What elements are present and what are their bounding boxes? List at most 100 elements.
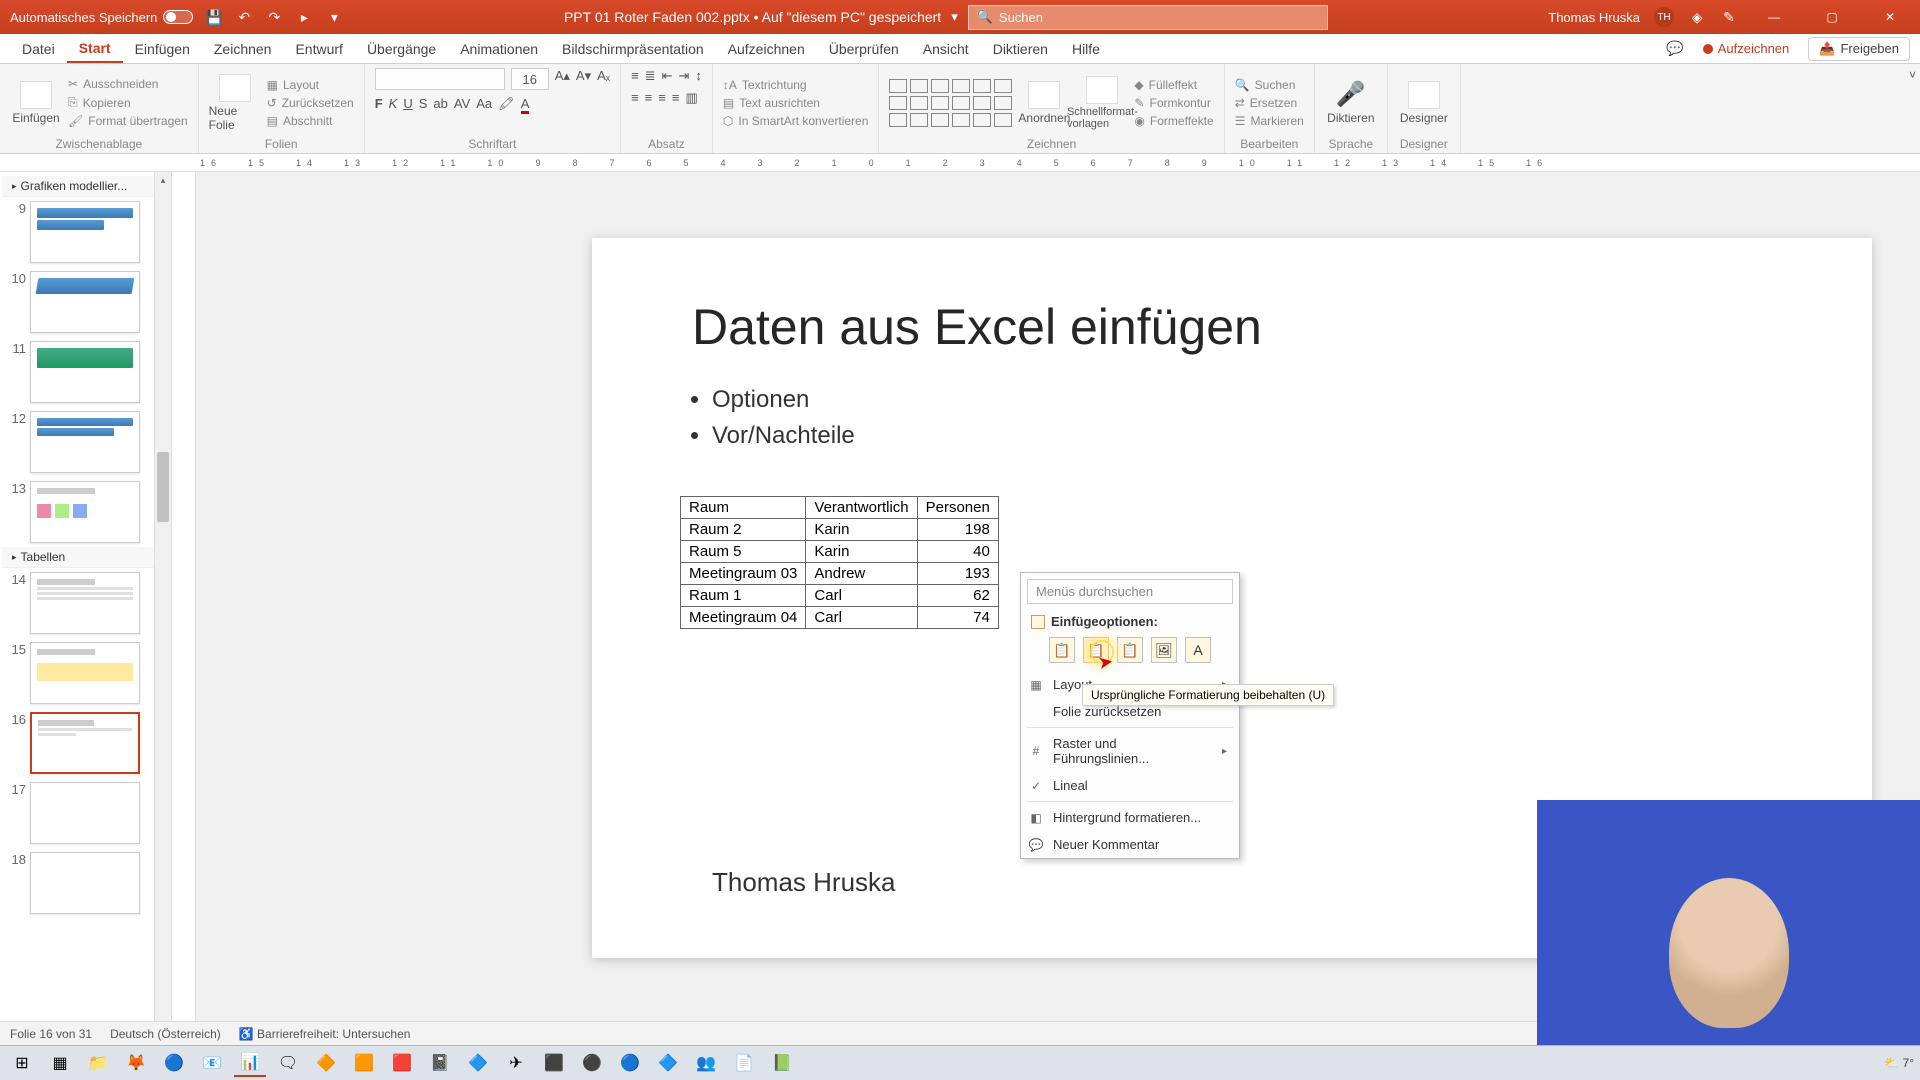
justify-button[interactable]: ≡ (672, 90, 680, 106)
cloud-sync-icon[interactable]: ◈ (1688, 8, 1706, 26)
slide-thumb-11[interactable] (30, 341, 140, 403)
vertical-ruler[interactable] (172, 172, 196, 1045)
shadow-button[interactable]: ab (433, 96, 447, 114)
designer-button[interactable]: Designer (1398, 81, 1450, 125)
case-button[interactable]: Aa (476, 96, 492, 114)
app-icon[interactable]: ⬛ (538, 1049, 570, 1077)
slide-thumb-17[interactable] (30, 782, 140, 844)
tab-bildschirm[interactable]: Bildschirmpräsentation (550, 34, 716, 63)
spacing-button[interactable]: AV (454, 96, 470, 114)
teams-icon[interactable]: 👥 (690, 1049, 722, 1077)
slide-counter[interactable]: Folie 16 von 31 (10, 1027, 92, 1041)
undo-icon[interactable]: ↶ (235, 8, 253, 26)
cut-button[interactable]: ✂Ausschneiden (68, 77, 188, 91)
shapes-gallery[interactable] (889, 79, 1012, 127)
vlc-icon[interactable]: 🔶 (310, 1049, 342, 1077)
visio-icon[interactable]: 🔷 (462, 1049, 494, 1077)
dictate-button[interactable]: 🎤Diktieren (1325, 80, 1377, 125)
restore-button[interactable]: ▢ (1810, 1, 1854, 33)
app-icon[interactable]: 🟥 (386, 1049, 418, 1077)
shape-fill-button[interactable]: ◆Fülleffekt (1134, 78, 1213, 92)
file-explorer-icon[interactable]: 📁 (82, 1049, 114, 1077)
font-family-combo[interactable] (375, 68, 505, 90)
tab-uebergaenge[interactable]: Übergänge (355, 34, 448, 63)
columns-button[interactable]: ▥ (685, 90, 697, 106)
shape-effects-button[interactable]: ◉Formeffekte (1134, 114, 1213, 128)
tab-einfuegen[interactable]: Einfügen (123, 34, 202, 63)
reset-button[interactable]: ↺Zurücksetzen (267, 96, 354, 110)
layout-button[interactable]: ▦Layout (267, 78, 354, 92)
start-button[interactable]: ⊞ (6, 1049, 38, 1077)
smartart-button[interactable]: ⬡In SmartArt konvertieren (723, 114, 869, 128)
bold-button[interactable]: F (375, 96, 383, 114)
scrollbar-thumb[interactable] (157, 452, 169, 522)
highlight-button[interactable]: 🖍 (498, 96, 515, 114)
bullets-button[interactable]: ≡ (631, 68, 639, 84)
paste-picture[interactable]: 🖼 (1151, 637, 1177, 663)
tab-start[interactable]: Start (67, 34, 123, 63)
data-table[interactable]: RaumVerantwortlichPersonen Raum 2Karin19… (680, 496, 999, 629)
outlook-icon[interactable]: 📧 (196, 1049, 228, 1077)
obs-icon[interactable]: ⚫ (576, 1049, 608, 1077)
replace-button[interactable]: ⇄Ersetzen (1235, 96, 1304, 110)
copy-button[interactable]: ⎘Kopieren (68, 95, 188, 110)
tab-ansicht[interactable]: Ansicht (911, 34, 981, 63)
user-avatar[interactable]: TH (1654, 7, 1674, 27)
new-slide-button[interactable]: Neue Folie (209, 74, 261, 132)
clear-format-icon[interactable]: Aₓ (597, 68, 610, 90)
slide-thumb-18[interactable] (30, 852, 140, 914)
close-button[interactable]: ✕ (1868, 1, 1912, 33)
slide-thumb-12[interactable] (30, 411, 140, 473)
quick-styles-button[interactable]: Schnellformat-vorlagen (1076, 76, 1128, 130)
tab-hilfe[interactable]: Hilfe (1060, 34, 1112, 63)
ctx-new-comment[interactable]: 💬Neuer Kommentar (1021, 831, 1239, 858)
font-size-combo[interactable]: 16 (511, 68, 549, 90)
font-color-button[interactable]: A (521, 96, 530, 114)
arrange-button[interactable]: Anordnen (1018, 81, 1070, 125)
task-view-icon[interactable]: ▦ (44, 1049, 76, 1077)
scroll-up-icon[interactable]: ▴ (155, 172, 171, 189)
paste-use-destination-theme[interactable]: 📋 (1049, 637, 1075, 663)
slide-thumbnail-panel[interactable]: Grafiken modellier... 9 10 11 12 13 Tabe… (0, 172, 172, 1045)
slide-title[interactable]: Daten aus Excel einfügen (592, 238, 1872, 356)
find-button[interactable]: 🔍Suchen (1235, 78, 1304, 92)
tab-diktieren[interactable]: Diktieren (981, 34, 1060, 63)
search-box[interactable]: 🔍 Suchen (968, 5, 1328, 30)
slide-thumb-14[interactable] (30, 572, 140, 634)
increase-indent-button[interactable]: ⇥ (678, 68, 689, 84)
section-button[interactable]: ▤Abschnitt (267, 114, 354, 128)
align-left-button[interactable]: ≡ (631, 90, 639, 106)
ribbon-collapse-button[interactable]: ˅ (1905, 64, 1920, 153)
autosave-toggle[interactable]: Automatisches Speichern (10, 10, 193, 25)
paste-embed[interactable]: 📋 (1117, 637, 1143, 663)
align-right-button[interactable]: ≡ (658, 90, 666, 106)
line-spacing-button[interactable]: ↕ (695, 68, 702, 84)
format-painter-button[interactable]: 🖌Format übertragen (68, 114, 188, 128)
tab-aufzeichnen[interactable]: Aufzeichnen (716, 34, 817, 63)
slide-thumb-9[interactable] (30, 201, 140, 263)
record-button[interactable]: Aufzeichnen (1692, 37, 1801, 60)
accessibility-status[interactable]: ♿ Barrierefreiheit: Untersuchen (239, 1027, 411, 1041)
decrease-font-icon[interactable]: A▾ (576, 68, 591, 90)
excel-icon[interactable]: 📗 (766, 1049, 798, 1077)
from-beginning-icon[interactable]: ▸ (295, 8, 313, 26)
shape-outline-button[interactable]: ✎Formkontur (1134, 96, 1213, 110)
weather-widget[interactable]: ⛅ 7° (1884, 1056, 1914, 1070)
section-tabellen[interactable]: Tabellen (2, 547, 169, 568)
telegram-icon[interactable]: ✈ (500, 1049, 532, 1077)
title-dropdown-icon[interactable]: ▾ (951, 9, 958, 25)
slide-bullets[interactable]: Optionen Vor/Nachteile (592, 356, 1872, 450)
minimize-button[interactable]: — (1752, 1, 1796, 33)
app-icon[interactable]: 🗨 (272, 1049, 304, 1077)
onenote-icon[interactable]: 📓 (424, 1049, 456, 1077)
underline-button[interactable]: U (403, 96, 412, 114)
numbering-button[interactable]: ≣ (645, 68, 656, 84)
share-button[interactable]: 📤Freigeben (1808, 37, 1910, 61)
save-icon[interactable]: 💾 (205, 8, 223, 26)
app-icon[interactable]: 🟧 (348, 1049, 380, 1077)
language-status[interactable]: Deutsch (Österreich) (110, 1027, 221, 1041)
powerpoint-icon[interactable]: 📊 (234, 1049, 266, 1077)
toggle-switch-icon[interactable] (163, 10, 193, 24)
ctx-grid-guides[interactable]: #Raster und Führungslinien...▸ (1021, 730, 1239, 772)
strike-button[interactable]: S (419, 96, 428, 114)
